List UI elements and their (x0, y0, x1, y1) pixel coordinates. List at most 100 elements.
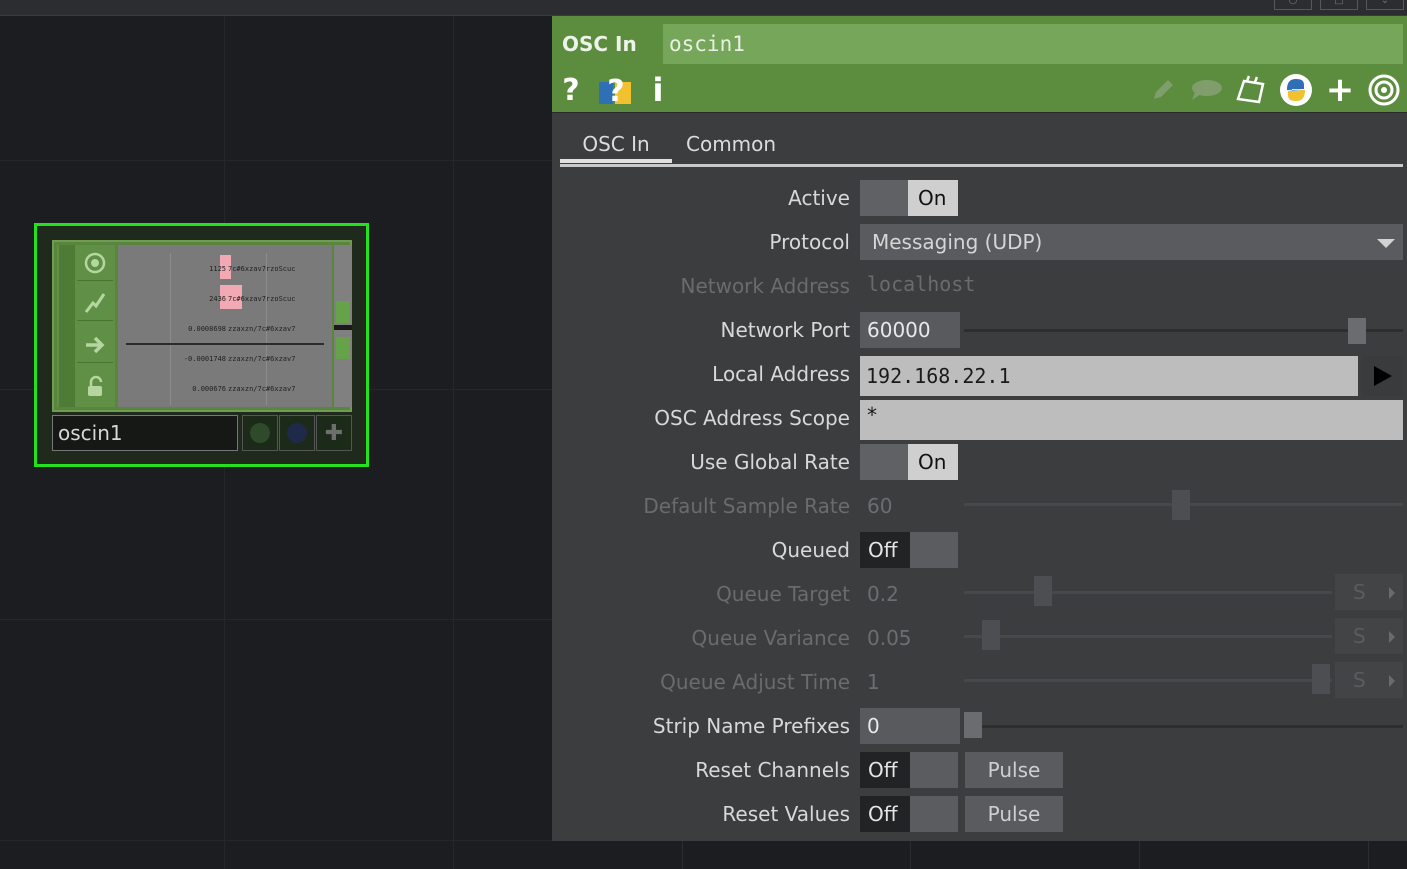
grid-line (1139, 840, 1140, 869)
comment-icon[interactable] (1188, 70, 1224, 110)
reset-values-pulse-button[interactable]: Pulse (965, 796, 1063, 832)
node-body[interactable]: 1125 7c#6xzav7rzoScuc 2436 7c#6xzav7rzoScu… (52, 240, 352, 412)
grid-line (0, 160, 552, 161)
queue-target-slider-track[interactable] (964, 591, 1332, 594)
param-label: Queued (771, 538, 850, 562)
node-output-arrow-icon[interactable] (77, 327, 113, 363)
param-queue-adjust-time: Queue Adjust Time 1 S (552, 660, 1407, 704)
strip-name-prefixes-slider-handle[interactable] (964, 712, 982, 738)
node-flag-strip (57, 245, 115, 407)
active-toggle[interactable]: On (860, 180, 958, 216)
help-icon[interactable]: ? (560, 70, 582, 110)
rail-indicator (336, 301, 350, 323)
local-address-menu-button[interactable] (1362, 356, 1403, 396)
toggle-track (860, 444, 908, 480)
param-label: Reset Values (722, 802, 850, 826)
queue-adjust-time-field[interactable]: 1 (860, 664, 960, 700)
param-label: Queue Variance (691, 626, 850, 650)
param-label: Local Address (712, 362, 850, 386)
node-display-flag[interactable] (279, 415, 315, 451)
param-active: Active On (552, 176, 1407, 220)
reset-channels-toggle[interactable]: Off (860, 752, 958, 788)
default-sample-rate-field[interactable]: 60 (860, 488, 960, 524)
queue-adjust-time-slider-handle[interactable] (1312, 664, 1330, 694)
node-plus-icon[interactable]: ✚ (316, 415, 352, 451)
queue-variance-slider-handle[interactable] (982, 620, 1000, 650)
node-cook-flag[interactable] (242, 415, 278, 451)
rail-marker (334, 325, 352, 330)
panel-header: OSC In oscin1 ? ? i + (552, 16, 1407, 113)
strip-name-prefixes-slider-track[interactable] (964, 725, 1403, 728)
edit-icon[interactable] (1148, 70, 1178, 110)
viewer-row: 1125 7c#6xzav7rzoScuc (209, 265, 296, 273)
add-icon[interactable]: + (1324, 70, 1356, 110)
toggle-value: Off (860, 796, 910, 832)
clone-icon[interactable] (1234, 70, 1270, 110)
python-help-icon[interactable]: ? (596, 70, 636, 110)
local-address-field[interactable]: 192.168.22.1 (860, 356, 1358, 396)
queue-adjust-time-units-button[interactable]: S (1335, 662, 1403, 698)
reset-values-toggle[interactable]: Off (860, 796, 958, 832)
grid-line (682, 840, 683, 869)
param-reset-channels: Reset Channels Off Pulse (552, 748, 1407, 792)
protocol-dropdown[interactable]: Messaging (UDP) (860, 224, 1403, 260)
display-dot-icon (287, 423, 307, 443)
caret-right-icon (1389, 631, 1395, 643)
use-global-rate-toggle[interactable]: On (860, 444, 958, 480)
python-icon[interactable] (1278, 70, 1314, 110)
node-viewer-icon[interactable] (77, 245, 113, 281)
units-label: S (1353, 580, 1366, 604)
network-port-field[interactable]: 60000 (860, 312, 960, 348)
reset-channels-pulse-button[interactable]: Pulse (965, 752, 1063, 788)
param-queue-variance: Queue Variance 0.05 S (552, 616, 1407, 660)
queue-variance-slider-track[interactable] (964, 635, 1332, 638)
param-label: Network Address (680, 274, 850, 298)
touchdesigner-window: ○ □ ⌄ 1125 7c#6xzav7rzoScuc 2436 7c#6xza… (0, 0, 1407, 869)
node-bypass-icon[interactable] (77, 285, 113, 321)
strip-name-prefixes-field[interactable]: 0 (860, 708, 960, 744)
node-name-label[interactable]: oscin1 (52, 415, 238, 451)
units-label: S (1353, 668, 1366, 692)
operator-name-field[interactable]: oscin1 (663, 24, 1403, 64)
queue-target-units-button[interactable]: S (1335, 574, 1403, 610)
sample-rate-slider-handle[interactable] (1172, 490, 1190, 520)
toggle-value: Off (860, 752, 910, 788)
tab-common[interactable]: Common (686, 129, 776, 163)
queue-target-slider-handle[interactable] (1034, 576, 1052, 606)
caret-right-icon (1389, 587, 1395, 599)
node-strip-edge (59, 245, 75, 407)
queue-variance-field[interactable]: 0.05 (860, 620, 960, 656)
oscin-node[interactable]: 1125 7c#6xzav7rzoScuc 2436 7c#6xzav7rzoScu… (34, 223, 369, 467)
caret-right-icon (1389, 675, 1395, 687)
param-label: Default Sample Rate (643, 494, 850, 518)
toggle-track (910, 796, 958, 832)
queued-toggle[interactable]: Off (860, 532, 958, 568)
window-settings-icon[interactable]: ○ (1274, 0, 1312, 10)
window-collapse-icon[interactable]: ⌄ (1366, 0, 1404, 10)
network-port-slider-handle[interactable] (1348, 318, 1366, 344)
queue-variance-units-button[interactable]: S (1335, 618, 1403, 654)
grid-line (453, 16, 454, 869)
queue-adjust-time-slider-track[interactable] (964, 679, 1332, 682)
info-icon[interactable]: i (648, 70, 668, 110)
param-network-address: Network Address localhost (552, 264, 1407, 308)
parameter-tabs: OSC In Common (560, 121, 1403, 167)
osc-address-scope-field[interactable]: * (860, 400, 1403, 440)
tab-osc-in[interactable]: OSC In (560, 129, 672, 163)
svg-text:?: ? (607, 74, 624, 108)
param-osc-address-scope: OSC Address Scope * (552, 396, 1407, 440)
cook-dot-icon (250, 423, 270, 443)
toggle-track (910, 532, 958, 568)
param-network-port: Network Port 60000 (552, 308, 1407, 352)
network-port-slider-track[interactable] (964, 329, 1403, 332)
grid-line (910, 840, 911, 869)
viewer-icon[interactable] (1366, 70, 1402, 110)
toggle-track (860, 180, 908, 216)
viewer-row: 0.000676 zzaxzn/7c#6xzav7 (192, 385, 296, 393)
toggle-track (910, 752, 958, 788)
node-lock-icon[interactable] (77, 369, 113, 405)
network-address-field[interactable]: localhost (860, 268, 1260, 304)
toggle-value: On (908, 180, 958, 216)
queue-target-field[interactable]: 0.2 (860, 576, 960, 612)
window-maximize-icon[interactable]: □ (1320, 0, 1358, 10)
